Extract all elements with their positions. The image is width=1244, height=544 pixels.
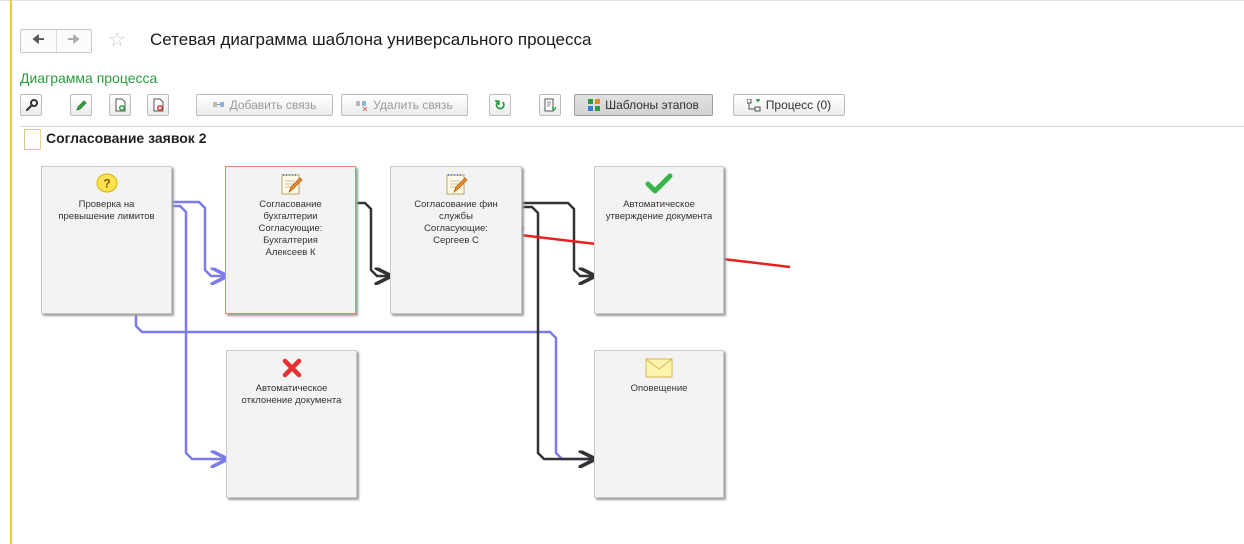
stage-node-finance-approval[interactable]: Согласование фин службы Согласующие: Сер… xyxy=(390,166,522,314)
node-text-line: Согласование фин xyxy=(414,199,498,210)
stage-node-label: Оповещение xyxy=(595,383,723,395)
node-text-line: Бухгалтерия xyxy=(263,235,318,246)
node-text-line: отклонение документа xyxy=(241,395,342,406)
node-text-line: Согласующие: xyxy=(424,223,488,234)
node-text-line: Проверка на xyxy=(78,199,135,210)
node-text-line: Автоматическое xyxy=(255,383,328,394)
node-text-line: утверждение документа xyxy=(605,211,713,222)
notepad-icon xyxy=(226,169,355,199)
stage-node-auto-approve[interactable]: Автоматическое утверждение документа xyxy=(594,166,724,314)
stage-node-notification[interactable]: Оповещение xyxy=(594,350,724,498)
notepad-icon xyxy=(391,169,521,199)
question-icon: ? xyxy=(42,169,171,199)
node-text-line: службы xyxy=(439,211,473,222)
stage-node-label: Автоматическое утверждение документа xyxy=(595,199,723,223)
stage-node-check-limits[interactable]: ? Проверка на превышение лимитов xyxy=(41,166,172,314)
stage-node-accounting-approval[interactable]: Согласование бухгалтерии Согласующие: Бу… xyxy=(225,166,356,314)
stage-node-label: Согласование фин службы Согласующие: Сер… xyxy=(391,199,521,247)
link-check-to-notify[interactable] xyxy=(134,314,594,459)
node-text-line: Алексеев К xyxy=(265,247,316,258)
svg-text:?: ? xyxy=(103,177,110,191)
stage-node-label: Автоматическое отклонение документа xyxy=(227,383,356,407)
node-text-line: Согласующие: xyxy=(258,223,323,234)
link-check-to-acc[interactable] xyxy=(172,200,226,276)
node-text-line: бухгалтерии xyxy=(263,211,318,222)
node-text-line: Сергеев С xyxy=(433,235,479,246)
node-text-line: Оповещение xyxy=(630,383,688,394)
envelope-icon xyxy=(595,353,723,383)
node-text-line: Согласование xyxy=(259,199,322,210)
link-acc-to-fin[interactable] xyxy=(356,201,390,276)
node-text-line: превышение лимитов xyxy=(58,211,155,222)
stage-node-label: Согласование бухгалтерии Согласующие: Бу… xyxy=(226,199,355,259)
stage-node-label: Проверка на превышение лимитов xyxy=(42,199,171,223)
cross-icon xyxy=(227,353,356,383)
node-text-line: Автоматическое xyxy=(623,199,695,210)
checkmark-icon xyxy=(595,169,723,199)
stage-node-auto-reject[interactable]: Автоматическое отклонение документа xyxy=(226,350,357,498)
